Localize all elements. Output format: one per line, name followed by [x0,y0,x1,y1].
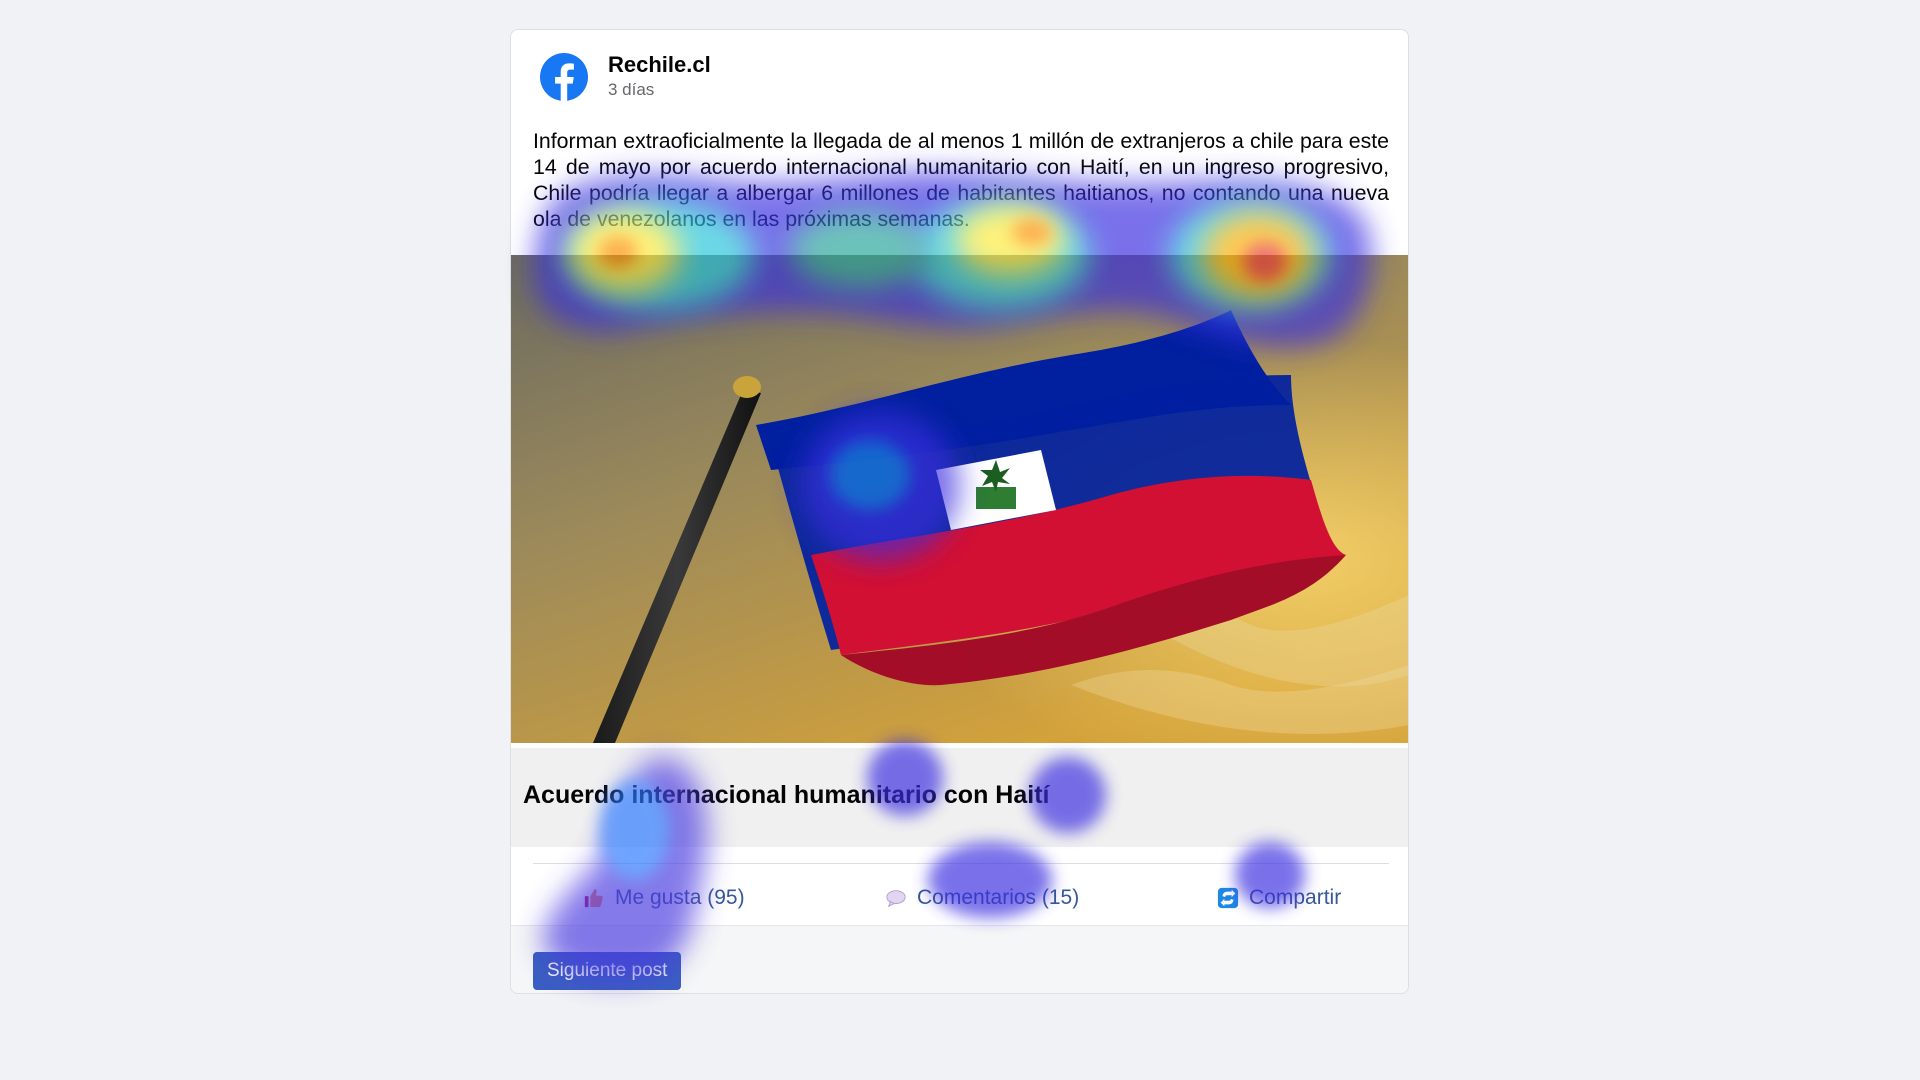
facebook-logo-icon[interactable] [540,53,588,101]
comment-button[interactable]: Comentarios (15) [885,878,1079,918]
next-post-button[interactable]: Siguiente post [533,952,682,990]
post-footer: Siguiente post [511,925,1408,993]
thumbs-up-icon [584,888,603,908]
comment-label: Comentarios (15) [917,886,1080,909]
link-title[interactable]: Acuerdo internacional humanitario con Ha… [523,781,1049,810]
post-timestamp[interactable]: 3 días [608,80,654,100]
post-text: Informan extraoficialmente la llegada de… [533,129,1389,231]
share-label: Compartir [1249,886,1342,909]
like-label: Me gusta (95) [615,886,745,909]
post-header: Rechile.cl 3 días [511,30,1408,120]
share-icon [1217,887,1239,909]
like-button[interactable]: Me gusta (95) [583,878,745,918]
actions-divider [533,863,1389,864]
post-card: Rechile.cl 3 días Informan extraoficialm… [510,29,1409,994]
post-image[interactable] [511,255,1409,743]
link-preview[interactable]: Acuerdo internacional humanitario con Ha… [511,748,1408,847]
speech-bubble-icon [886,890,906,908]
share-button[interactable]: Compartir [1217,878,1341,918]
author-name[interactable]: Rechile.cl [608,52,711,78]
actions-bar: Me gusta (95) Comentarios (15) Compartir [511,878,1408,918]
